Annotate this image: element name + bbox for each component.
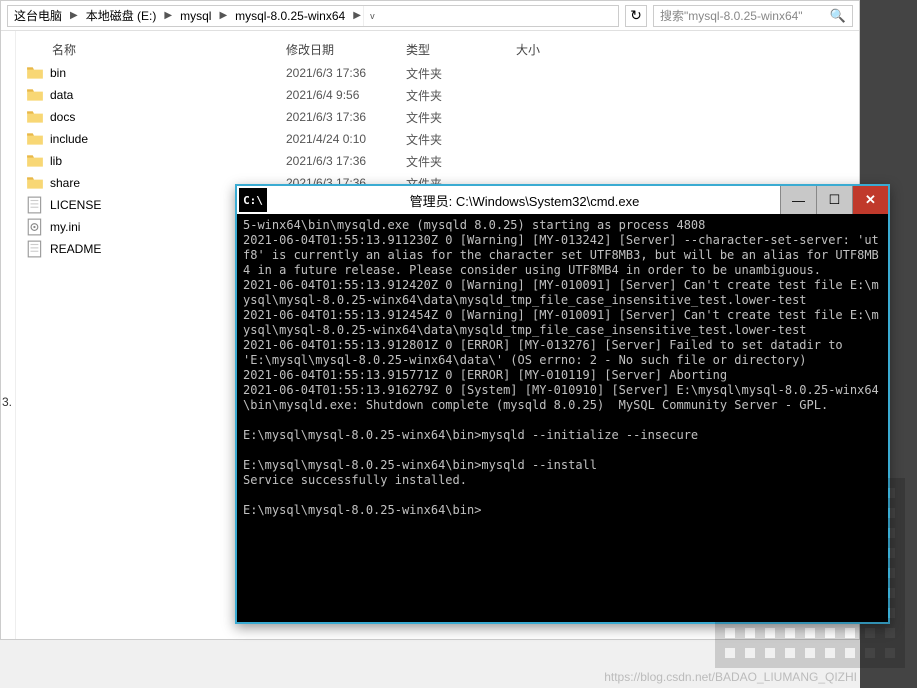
folder-icon xyxy=(26,87,44,103)
cmd-titlebar[interactable]: C:\ 管理员: C:\Windows\System32\cmd.exe — ☐… xyxy=(237,186,888,214)
list-item[interactable]: data2021/6/4 9:56文件夹 xyxy=(16,84,859,106)
file-name: lib xyxy=(50,154,286,168)
watermark-text: https://blog.csdn.net/BADAO_LIUMANG_QIZH… xyxy=(604,670,857,684)
cmd-output[interactable]: 5-winx64\bin\mysqld.exe (mysqld 8.0.25) … xyxy=(237,214,888,622)
file-name: docs xyxy=(50,110,286,124)
crumb-drive-e[interactable]: 本地磁盘 (E:) xyxy=(80,6,163,26)
folder-icon xyxy=(26,65,44,81)
cmd-title: 管理员: C:\Windows\System32\cmd.exe xyxy=(269,191,780,210)
minimize-button[interactable]: — xyxy=(780,186,816,214)
col-header-size[interactable]: 大小 xyxy=(516,41,586,58)
file-date: 2021/6/3 17:36 xyxy=(286,110,406,124)
file-icon xyxy=(26,241,44,257)
file-type: 文件夹 xyxy=(406,65,516,82)
settings-file-icon xyxy=(26,219,44,235)
file-date: 2021/4/24 0:10 xyxy=(286,132,406,146)
file-type: 文件夹 xyxy=(406,153,516,170)
search-icon: 🔍 xyxy=(830,8,846,24)
search-placeholder: 搜索"mysql-8.0.25-winx64" xyxy=(660,7,803,24)
chevron-right-icon[interactable]: ▶ xyxy=(68,10,80,21)
crumb-this-pc[interactable]: 这台电脑 xyxy=(8,6,68,26)
folder-icon xyxy=(26,175,44,191)
close-button[interactable]: ✕ xyxy=(852,186,888,214)
cmd-icon: C:\ xyxy=(239,188,267,212)
list-item[interactable]: docs2021/6/3 17:36文件夹 xyxy=(16,106,859,128)
file-name: include xyxy=(50,132,286,146)
crumb-mysql[interactable]: mysql xyxy=(174,6,217,26)
article-step-marker: 3. xyxy=(0,395,12,409)
file-type: 文件夹 xyxy=(406,131,516,148)
file-name: bin xyxy=(50,66,286,80)
file-type: 文件夹 xyxy=(406,109,516,126)
column-headers[interactable]: 名称 修改日期 类型 大小 xyxy=(16,37,859,62)
file-date: 2021/6/3 17:36 xyxy=(286,154,406,168)
file-name: data xyxy=(50,88,286,102)
window-buttons: — ☐ ✕ xyxy=(780,186,888,214)
folder-icon xyxy=(26,109,44,125)
cmd-window: C:\ 管理员: C:\Windows\System32\cmd.exe — ☐… xyxy=(235,184,890,624)
address-bar: 这台电脑 ▶ 本地磁盘 (E:) ▶ mysql ▶ mysql-8.0.25-… xyxy=(1,1,859,31)
col-header-date[interactable]: 修改日期 xyxy=(286,41,406,58)
nav-tree-spacer xyxy=(1,31,16,639)
chevron-right-icon[interactable]: ▶ xyxy=(162,10,174,21)
search-input[interactable]: 搜索"mysql-8.0.25-winx64" 🔍 xyxy=(653,5,853,27)
folder-icon xyxy=(26,131,44,147)
address-dropdown[interactable]: v xyxy=(363,6,381,26)
list-item[interactable]: bin2021/6/3 17:36文件夹 xyxy=(16,62,859,84)
chevron-right-icon[interactable]: ▶ xyxy=(217,10,229,21)
crumb-mysql-version[interactable]: mysql-8.0.25-winx64 xyxy=(229,6,351,26)
file-type: 文件夹 xyxy=(406,87,516,104)
list-item[interactable]: lib2021/6/3 17:36文件夹 xyxy=(16,150,859,172)
file-icon xyxy=(26,197,44,213)
chevron-right-icon[interactable]: ▶ xyxy=(351,10,363,21)
breadcrumb[interactable]: 这台电脑 ▶ 本地磁盘 (E:) ▶ mysql ▶ mysql-8.0.25-… xyxy=(7,5,619,27)
col-header-type[interactable]: 类型 xyxy=(406,41,516,58)
col-header-name[interactable]: 名称 xyxy=(26,41,286,58)
list-item[interactable]: include2021/4/24 0:10文件夹 xyxy=(16,128,859,150)
refresh-button[interactable]: ↻ xyxy=(625,5,647,27)
file-date: 2021/6/3 17:36 xyxy=(286,66,406,80)
refresh-icon: ↻ xyxy=(630,7,642,24)
maximize-button[interactable]: ☐ xyxy=(816,186,852,214)
file-date: 2021/6/4 9:56 xyxy=(286,88,406,102)
folder-icon xyxy=(26,153,44,169)
